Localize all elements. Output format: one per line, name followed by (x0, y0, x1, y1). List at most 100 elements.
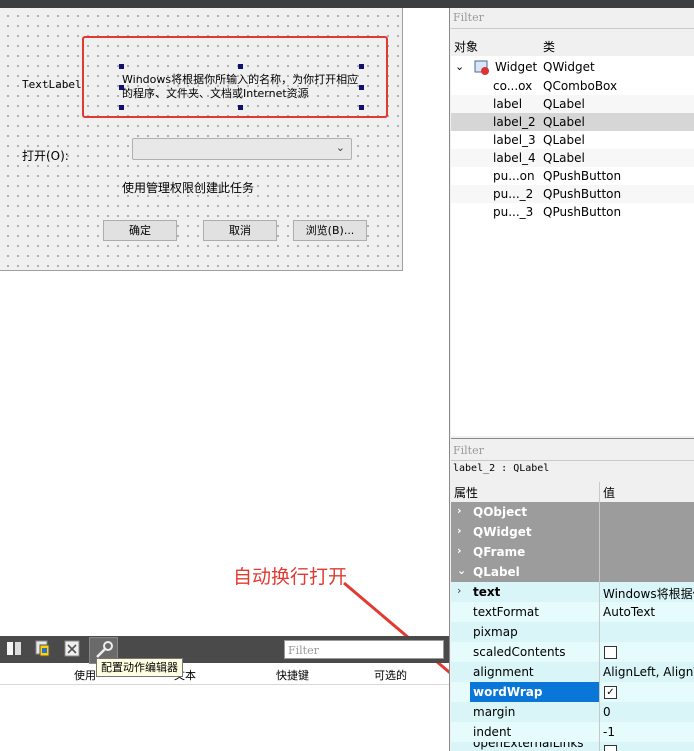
property-context: label_2 : QLabel (453, 463, 550, 474)
property-name: openExternalLinks (473, 742, 584, 750)
chevron-down-icon: ⌄ (457, 564, 467, 577)
chevron-down-icon[interactable]: ⌄ (455, 60, 464, 73)
tree-row[interactable]: pu...on QPushButton (451, 167, 694, 185)
ok-button[interactable]: 确定 (103, 220, 177, 241)
property-value[interactable]: Windows将根据你 (603, 585, 694, 602)
tree-item-name: label_3 (493, 133, 536, 147)
divider (451, 438, 694, 439)
object-filter-input[interactable]: Filter (453, 11, 484, 24)
property-table-header: 属性 值 (451, 480, 694, 502)
wordwrap-checkbox[interactable]: ✓ (604, 686, 617, 699)
property-row-scaledcontents[interactable]: scaledContents (451, 642, 694, 662)
tree-row[interactable]: pu..._3 QPushButton (451, 203, 694, 221)
open-label: 打开(O): (22, 149, 69, 163)
tree-item-class: QLabel (543, 133, 585, 147)
tree-item-class: QPushButton (543, 187, 622, 201)
openexternallinks-checkbox[interactable] (604, 745, 617, 751)
group-qwidget[interactable]: › QWidget (451, 522, 694, 542)
group-qlabel[interactable]: ⌄ QLabel (451, 562, 694, 582)
tree-row[interactable]: co...ox QComboBox (451, 77, 694, 95)
divider (451, 28, 694, 29)
resize-handle[interactable] (238, 105, 243, 110)
open-combobox[interactable]: ⌄ (132, 138, 352, 160)
tree-row[interactable]: label QLabel (451, 95, 694, 113)
resize-handle[interactable] (238, 64, 243, 69)
tree-row[interactable]: label_3 QLabel (451, 131, 694, 149)
tree-item-class: QPushButton (543, 169, 622, 183)
group-qobject[interactable]: › QObject (451, 502, 694, 522)
copy-action-icon[interactable] (35, 640, 51, 657)
group-label: QObject (473, 505, 528, 519)
property-filter-input[interactable]: Filter (453, 444, 484, 457)
wrapped-label[interactable]: Windows将根据你所输入的名称，为你打开相应的程序、文件夹、文档或Inter… (122, 73, 362, 101)
property-value[interactable]: AlignLeft, AlignV (603, 665, 694, 679)
chevron-right-icon: › (457, 584, 462, 597)
tree-row[interactable]: pu..._2 QPushButton (451, 185, 694, 203)
chevron-right-icon: › (457, 504, 462, 517)
tree-item-class: QComboBox (543, 79, 618, 93)
resize-handle[interactable] (119, 105, 124, 110)
tree-item-class: QLabel (543, 151, 585, 165)
resize-handle[interactable] (359, 105, 364, 110)
property-row-text[interactable]: › text Windows将根据你 (451, 582, 694, 602)
group-qframe[interactable]: › QFrame (451, 542, 694, 562)
cancel-button[interactable]: 取消 (203, 220, 277, 241)
group-label: QLabel (473, 565, 520, 579)
property-row-pixmap[interactable]: pixmap (451, 622, 694, 642)
property-name: pixmap (473, 625, 518, 639)
column-header-property[interactable]: 属性 (454, 484, 478, 501)
column-header-value[interactable]: 值 (603, 484, 615, 501)
action-filter-input[interactable]: Filter (284, 640, 444, 659)
object-table-header: 对象 类 (451, 35, 694, 55)
toolbar-strip (0, 0, 694, 8)
divider (0, 684, 449, 685)
property-row-alignment[interactable]: alignment AlignLeft, AlignV (451, 662, 694, 682)
property-name: alignment (473, 665, 534, 679)
checkmark-icon: ✓ (606, 687, 615, 698)
column-header-object[interactable]: 对象 (454, 38, 478, 55)
property-row-wordwrap[interactable]: wordWrap ✓ (451, 682, 694, 702)
property-value[interactable]: AutoText (603, 605, 655, 619)
property-name: textFormat (473, 605, 539, 619)
chevron-right-icon: › (457, 544, 462, 557)
property-name: wordWrap (473, 685, 543, 699)
column-header-shortcut[interactable]: 快捷键 (276, 667, 309, 683)
tree-item-name: pu..._3 (493, 205, 534, 219)
tooltip: 配置动作编辑器 (96, 658, 183, 677)
scaledcontents-checkbox[interactable] (604, 646, 617, 659)
delete-icon[interactable] (64, 640, 80, 657)
column-divider (599, 482, 600, 751)
property-row-openexternallinks[interactable]: openExternalLinks (451, 742, 694, 751)
property-name: indent (473, 725, 512, 739)
browse-button[interactable]: 浏览(B)... (293, 220, 367, 241)
property-row-margin[interactable]: margin 0 (451, 702, 694, 722)
column-header-class[interactable]: 类 (543, 38, 555, 55)
property-row-indent[interactable]: indent -1 (451, 722, 694, 742)
tree-item-name: label (493, 97, 523, 111)
property-name: margin (473, 705, 516, 719)
resize-handle[interactable] (119, 64, 124, 69)
tree-row-root[interactable]: ⌄ Widget QWidget (451, 58, 694, 76)
chevron-right-icon: › (457, 524, 462, 537)
tree-item-name: pu...on (493, 169, 535, 183)
column-header-used[interactable]: 使用 (74, 667, 96, 683)
resize-handle[interactable] (359, 64, 364, 69)
admin-label: 使用管理权限创建此任务 (122, 181, 255, 195)
tree-row-selected[interactable]: label_2 QLabel (451, 113, 694, 131)
group-label: QWidget (473, 525, 532, 539)
tree-row[interactable]: label_4 QLabel (451, 149, 694, 167)
tree-item-class: QLabel (543, 97, 585, 111)
property-value[interactable]: 0 (603, 705, 611, 719)
property-name: text (473, 585, 501, 599)
property-row-textformat[interactable]: textFormat AutoText (451, 602, 694, 622)
text-label[interactable]: TextLabel (22, 78, 82, 91)
divider (451, 460, 694, 461)
column-header-checkable[interactable]: 可选的 (374, 667, 407, 683)
property-name: scaledContents (473, 645, 566, 659)
tree-item-name: co...ox (493, 79, 533, 93)
tree-item-name: pu..._2 (493, 187, 534, 201)
property-value[interactable]: -1 (603, 725, 615, 739)
new-action-icon[interactable] (6, 640, 22, 657)
chevron-down-icon: ⌄ (335, 141, 345, 154)
tree-item-class: QPushButton (543, 205, 622, 219)
